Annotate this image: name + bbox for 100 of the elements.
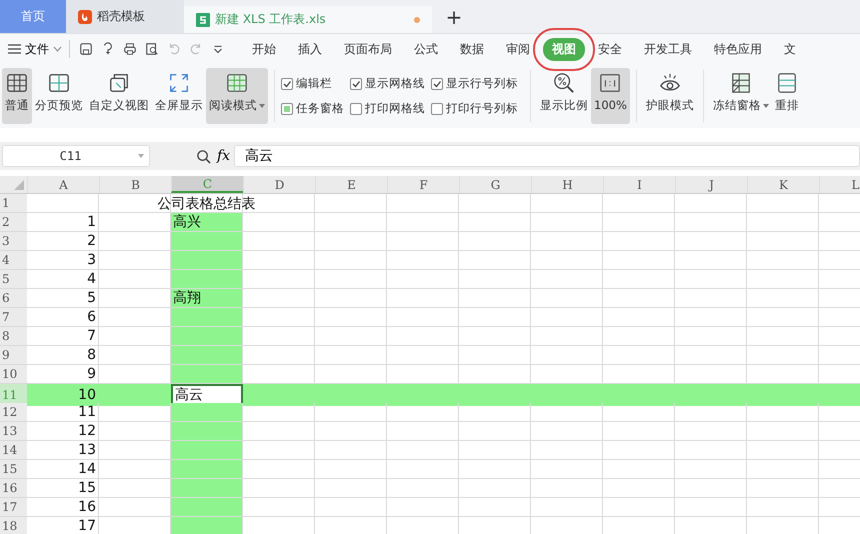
table-cell[interactable] [603, 251, 675, 270]
table-cell[interactable]: 15 [27, 479, 99, 498]
table-cell[interactable] [387, 289, 459, 308]
undo-icon[interactable] [167, 42, 181, 56]
ribbon-button[interactable]: 护眼模式 [642, 68, 697, 124]
row-header[interactable]: 1 [0, 194, 27, 213]
table-cell[interactable] [603, 479, 675, 498]
name-box[interactable]: C11 [2, 145, 150, 167]
table-cell[interactable] [459, 403, 531, 422]
table-cell[interactable] [459, 251, 531, 270]
table-cell[interactable]: 3 [27, 251, 99, 270]
save-icon[interactable] [79, 42, 93, 56]
table-cell[interactable]: 5 [27, 289, 99, 308]
table-cell[interactable] [747, 441, 819, 460]
row-header[interactable]: 4 [0, 251, 27, 270]
table-cell[interactable] [603, 403, 675, 422]
table-cell[interactable] [531, 403, 603, 422]
table-cell[interactable] [747, 422, 819, 441]
table-cell[interactable] [747, 232, 819, 251]
table-cell[interactable] [171, 498, 243, 517]
row-header[interactable]: 5 [0, 270, 27, 289]
table-cell[interactable] [387, 194, 459, 213]
table-cell[interactable] [747, 289, 819, 308]
row-header[interactable]: 16 [0, 479, 27, 498]
table-cell[interactable]: 4 [27, 270, 99, 289]
table-cell[interactable] [315, 346, 387, 365]
table-cell[interactable] [243, 194, 315, 213]
table-cell[interactable] [531, 327, 603, 346]
column-header[interactable]: J [675, 176, 747, 193]
new-tab-button[interactable]: + [432, 0, 476, 33]
ribbon-tab[interactable]: 文 [775, 38, 805, 60]
ribbon-button[interactable]: 普通 [2, 68, 32, 124]
table-cell[interactable] [675, 460, 747, 479]
table-cell[interactable] [99, 194, 171, 213]
row-header[interactable]: 10 [0, 365, 27, 384]
table-cell[interactable] [387, 308, 459, 327]
table-cell[interactable] [243, 479, 315, 498]
print-icon[interactable] [123, 42, 137, 56]
table-cell[interactable] [243, 346, 315, 365]
print-preview-icon[interactable] [145, 42, 159, 56]
table-cell[interactable] [675, 479, 747, 498]
column-header[interactable]: K [747, 176, 819, 193]
table-cell[interactable] [531, 308, 603, 327]
table-cell[interactable] [171, 517, 243, 534]
table-cell[interactable] [675, 403, 747, 422]
table-cell[interactable]: 13 [27, 441, 99, 460]
table-cell[interactable] [315, 441, 387, 460]
table-cell[interactable] [747, 213, 819, 232]
table-cell[interactable] [459, 232, 531, 251]
checkbox[interactable]: 显示行号列标 [431, 76, 518, 91]
checkbox[interactable]: 打印行号列标 [431, 101, 518, 116]
ribbon-button[interactable]: 冻结窗格 [710, 68, 772, 124]
table-cell[interactable] [243, 460, 315, 479]
document-tab[interactable]: 稻壳模板 [66, 0, 184, 33]
table-cell[interactable] [243, 327, 315, 346]
table-cell[interactable] [603, 460, 675, 479]
table-cell[interactable]: 1 [27, 213, 99, 232]
table-cell[interactable] [675, 422, 747, 441]
table-cell[interactable] [459, 270, 531, 289]
table-cell[interactable] [315, 308, 387, 327]
checkbox[interactable]: 任务窗格 [281, 101, 344, 116]
table-cell[interactable] [603, 441, 675, 460]
table-cell[interactable] [243, 232, 315, 251]
table-cell[interactable] [603, 498, 675, 517]
table-cell[interactable] [531, 479, 603, 498]
formula-input[interactable]: 高云 [234, 145, 860, 167]
ribbon-button[interactable]: 显示比例 [537, 68, 591, 124]
table-cell[interactable] [315, 460, 387, 479]
table-cell[interactable] [387, 498, 459, 517]
table-cell[interactable]: 12 [27, 422, 99, 441]
table-cell[interactable] [747, 479, 819, 498]
row-header[interactable]: 7 [0, 308, 27, 327]
table-cell[interactable] [243, 403, 315, 422]
row-header[interactable]: 14 [0, 441, 27, 460]
table-cell[interactable]: 6 [27, 308, 99, 327]
search-icon[interactable] [196, 148, 211, 164]
table-cell[interactable] [315, 251, 387, 270]
ribbon-button[interactable]: 100% [591, 68, 630, 124]
table-cell[interactable] [171, 232, 243, 251]
row-header[interactable]: 3 [0, 232, 27, 251]
row-header[interactable]: 6 [0, 289, 27, 308]
table-cell[interactable]: 11 [27, 403, 99, 422]
table-cell[interactable] [387, 422, 459, 441]
table-cell[interactable]: 17 [27, 517, 99, 534]
table-cell[interactable] [459, 289, 531, 308]
table-cell[interactable] [459, 460, 531, 479]
table-cell[interactable] [603, 346, 675, 365]
ribbon-tab[interactable]: 开发工具 [635, 38, 701, 60]
table-cell[interactable]: 8 [27, 346, 99, 365]
table-cell[interactable] [315, 270, 387, 289]
table-cell[interactable] [747, 498, 819, 517]
table-cell[interactable] [387, 479, 459, 498]
table-cell[interactable] [675, 346, 747, 365]
table-cell[interactable] [243, 308, 315, 327]
file-menu[interactable]: 文件 [6, 40, 64, 58]
column-header[interactable]: G [459, 176, 531, 193]
table-cell[interactable] [603, 270, 675, 289]
table-cell[interactable] [243, 251, 315, 270]
table-cell[interactable] [171, 422, 243, 441]
ribbon-tab[interactable]: 特色应用 [705, 38, 771, 60]
